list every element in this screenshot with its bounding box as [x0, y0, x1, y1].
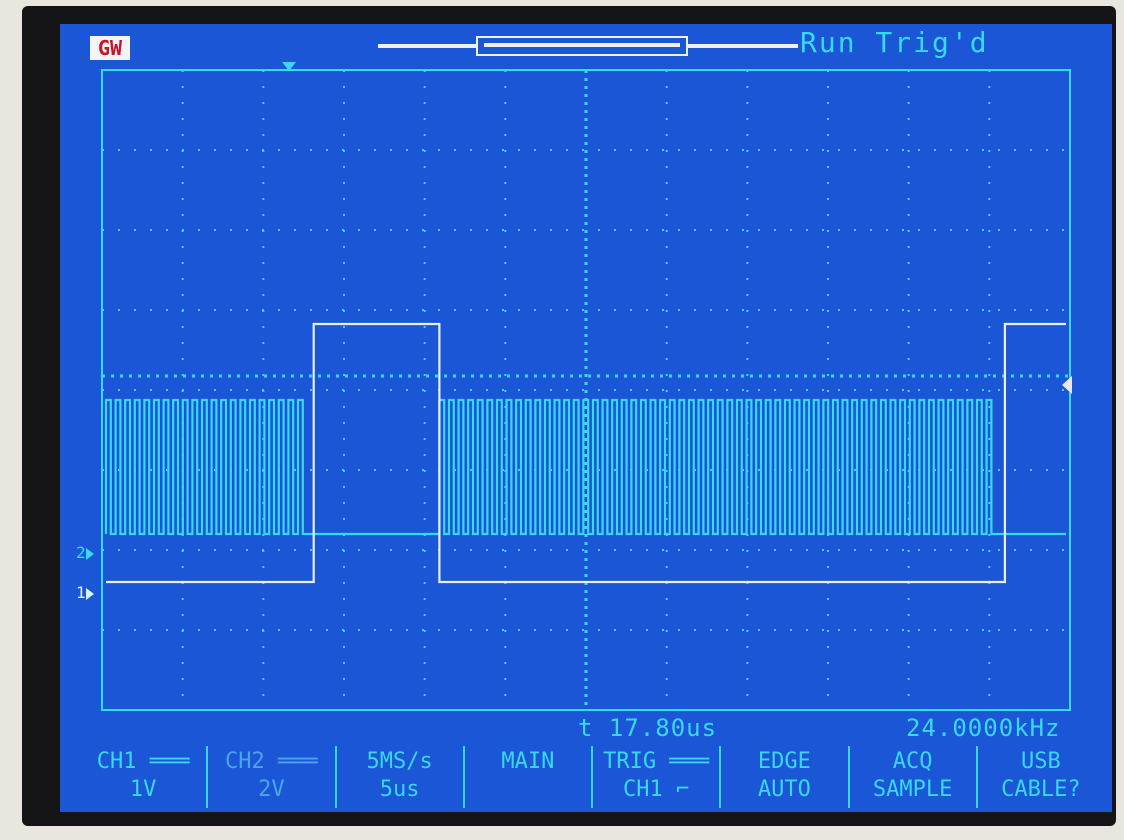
edge-menu[interactable]: EDGE AUTO	[721, 746, 850, 808]
soft-menu-bar: CH1 ═══ 1V CH2 ═══ 2V 5MS/s 5us MAIN TRI…	[80, 746, 1104, 808]
waveform-display	[101, 69, 1071, 711]
ch1-ground-marker: 1	[76, 584, 94, 602]
ch1-menu[interactable]: CH1 ═══ 1V	[80, 746, 209, 808]
ch2-ground-marker: 2	[76, 544, 94, 562]
ch2-waveform	[104, 398, 1066, 536]
cursor-time-readout: t 17.80us	[578, 714, 718, 742]
ch2-arrow-icon	[85, 547, 94, 560]
trigger-level-marker-icon	[1062, 376, 1072, 394]
main-menu[interactable]: MAIN	[465, 746, 593, 808]
trig-menu[interactable]: TRIG ═══ CH1 ⌐	[593, 746, 722, 808]
frequency-readout: 24.0000kHz	[906, 714, 1061, 742]
acq-menu[interactable]: ACQ SAMPLE	[850, 746, 978, 808]
ch2-menu[interactable]: CH2 ═══ 2V	[208, 746, 337, 808]
timebase-menu[interactable]: 5MS/s 5us	[337, 746, 465, 808]
usb-menu[interactable]: USB CABLE?	[978, 746, 1104, 808]
readout-bar: t 17.80us 24.0000kHz	[60, 714, 1112, 742]
oscilloscope-bezel: GW Run Trig'd 2 1 t 17.80us 24.0000kHz C…	[22, 6, 1116, 826]
oscilloscope-screen: GW Run Trig'd 2 1 t 17.80us 24.0000kHz C…	[60, 24, 1112, 812]
ch1-arrow-icon	[85, 587, 94, 600]
